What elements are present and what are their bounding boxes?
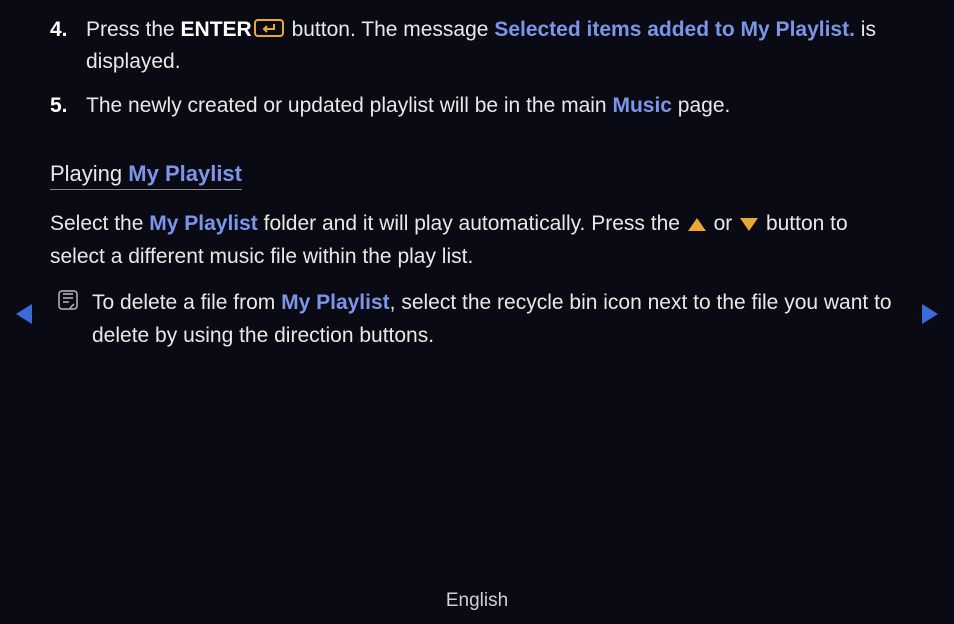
heading-text: Playing xyxy=(50,161,128,186)
step-number: 4. xyxy=(50,14,68,46)
step-5: 5. The newly created or updated playlist… xyxy=(62,90,904,122)
note-row: To delete a file from My Playlist, selec… xyxy=(58,287,904,352)
next-page-arrow[interactable] xyxy=(922,304,938,324)
para-text: Select the xyxy=(50,212,149,235)
music-highlight: Music xyxy=(612,94,672,117)
playlist-highlight: My Playlist xyxy=(281,291,390,314)
para-text: folder and it will play automatically. P… xyxy=(258,212,686,235)
note-icon xyxy=(58,290,78,316)
step-text: page. xyxy=(672,94,730,117)
note-text: To delete a file from My Playlist, selec… xyxy=(92,287,904,352)
step-4: 4. Press the ENTER button. The message S… xyxy=(62,14,904,78)
prev-page-arrow[interactable] xyxy=(16,304,32,324)
body-paragraph: Select the My Playlist folder and it wil… xyxy=(50,208,904,273)
step-number: 5. xyxy=(50,90,68,122)
step-text: button. The message xyxy=(286,18,495,41)
section-heading: Playing My Playlist xyxy=(50,161,242,190)
heading-highlight: My Playlist xyxy=(128,161,242,186)
step-text: Press the xyxy=(86,18,181,41)
para-text: or xyxy=(708,212,738,235)
enter-icon xyxy=(254,15,284,47)
enter-label: ENTER xyxy=(181,18,252,41)
message-highlight: Selected items added to My Playlist. xyxy=(494,18,855,41)
down-arrow-icon xyxy=(740,218,758,231)
note-part: To delete a file from xyxy=(92,291,281,314)
step-text: The newly created or updated playlist wi… xyxy=(86,94,612,117)
instruction-list: 4. Press the ENTER button. The message S… xyxy=(62,14,904,121)
footer-language: English xyxy=(0,590,954,612)
up-arrow-icon xyxy=(688,218,706,231)
playlist-highlight: My Playlist xyxy=(149,212,258,235)
manual-page-content: 4. Press the ENTER button. The message S… xyxy=(0,0,954,352)
